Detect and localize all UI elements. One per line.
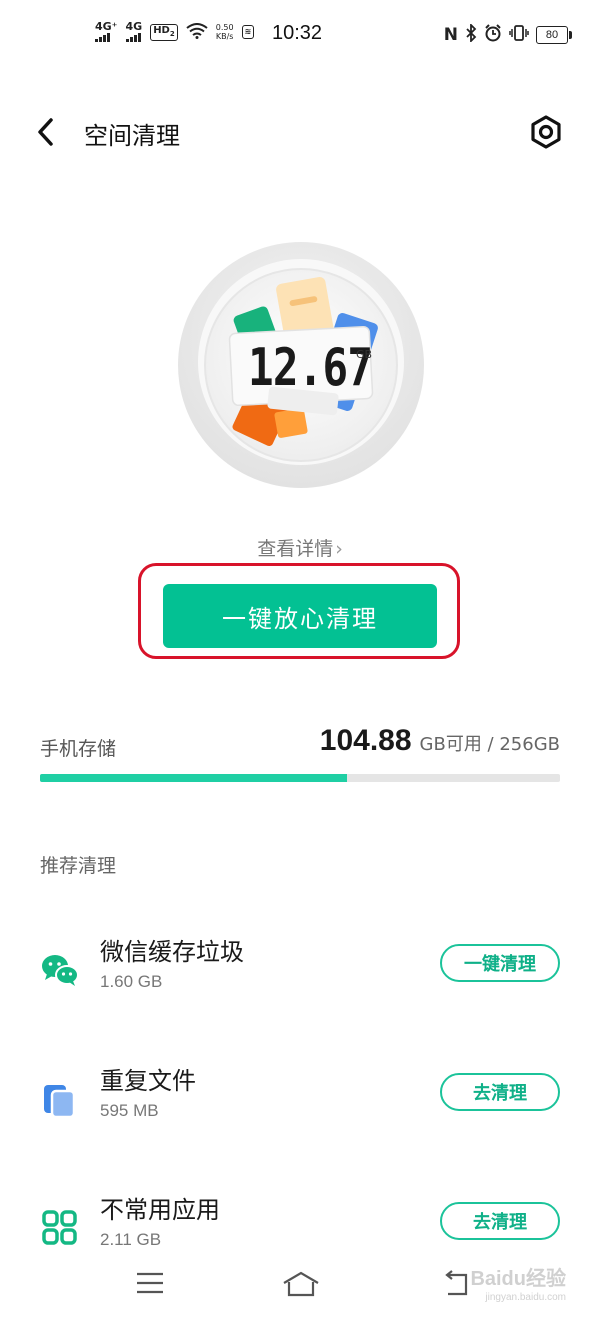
clean-wechat-button[interactable]: 一键清理	[440, 944, 560, 982]
list-item[interactable]: 不常用应用 2.11 GB 去清理	[0, 1184, 600, 1264]
list-item[interactable]: 微信缓存垃圾 1.60 GB 一键清理	[0, 926, 600, 1006]
sim-icon: ≋	[241, 25, 255, 39]
list-item[interactable]: 重复文件 595 MB 去清理	[0, 1055, 600, 1135]
clock: 10:32	[272, 22, 323, 44]
junk-size-value: 12.67	[248, 338, 373, 398]
network-speed: 0.50 KB/s	[215, 23, 234, 41]
signal-1-icon: 4G⁺	[95, 20, 118, 42]
signal-2-icon: 4G	[125, 20, 143, 42]
item-size: 2.11 GB	[100, 1230, 162, 1249]
item-name: 微信缓存垃圾	[100, 938, 244, 966]
return-icon	[445, 1270, 468, 1296]
network-type-2: 4G	[125, 20, 143, 33]
storage-label: 手机存储	[40, 738, 117, 760]
apps-grid-icon	[40, 1208, 80, 1248]
back-arrow-icon	[38, 118, 53, 146]
one-key-clean-button[interactable]: 一键放心清理	[163, 584, 437, 648]
status-right: N 80	[443, 22, 572, 46]
watermark-logo: Baidu经验	[470, 1268, 566, 1290]
watermark-url: jingyan.baidu.com	[485, 1292, 566, 1303]
junk-size-unit: GB	[356, 348, 373, 361]
storage-progress-fill	[40, 774, 347, 782]
network-type-1: 4G⁺	[95, 20, 118, 33]
status-bar: 4G⁺ 4G HD2 0.50 KB/s ≋ 10:32 N 80	[0, 0, 600, 72]
view-details-link[interactable]: 查看详情 ›	[0, 534, 600, 561]
wifi-icon	[186, 22, 208, 42]
item-name: 重复文件	[100, 1067, 196, 1095]
item-name: 不常用应用	[100, 1196, 220, 1224]
page-title: 空间清理	[84, 122, 180, 150]
storage-available-suffix: GB可用 / 256GB	[419, 734, 560, 755]
duplicate-files-icon	[40, 1079, 80, 1119]
vibrate-icon	[509, 25, 529, 45]
junk-size-graphic: 12.67 GB	[176, 240, 426, 490]
hd-voice-icon: HD2	[150, 23, 178, 41]
menu-icon	[137, 1272, 163, 1294]
storage-progress-bar	[40, 774, 560, 782]
back-button[interactable]	[30, 114, 62, 150]
section-title: 推荐清理	[40, 855, 117, 877]
app-header: 空间清理	[0, 100, 600, 164]
chevron-right-icon: ›	[335, 538, 343, 560]
bluetooth-icon	[465, 22, 477, 46]
clean-apps-button[interactable]: 去清理	[440, 1202, 560, 1240]
item-size: 595 MB	[100, 1101, 159, 1120]
item-size: 1.60 GB	[100, 972, 163, 991]
settings-button[interactable]	[528, 114, 564, 150]
storage-available-value: 104.88	[319, 724, 412, 757]
nfc-icon: N	[443, 25, 458, 45]
alarm-icon	[484, 24, 502, 46]
home-icon	[283, 1271, 319, 1297]
clean-duplicates-button[interactable]: 去清理	[440, 1073, 560, 1111]
menu-button[interactable]	[134, 1270, 170, 1302]
gear-icon	[531, 115, 561, 149]
storage-summary: 104.88 GB可用 / 256GB	[320, 724, 560, 758]
home-button[interactable]	[282, 1270, 319, 1302]
battery-icon: 80	[536, 26, 572, 44]
view-details-label: 查看详情	[257, 538, 334, 560]
status-left: 4G⁺ 4G HD2 0.50 KB/s ≋	[95, 20, 255, 42]
wechat-icon	[40, 950, 80, 990]
